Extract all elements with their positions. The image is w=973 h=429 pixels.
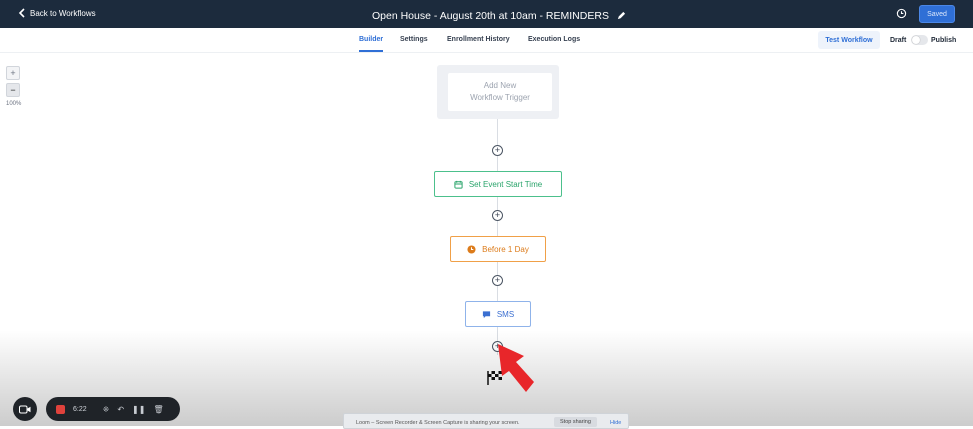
chevron-left-icon (18, 8, 25, 18)
clock-icon (467, 244, 476, 254)
action-label: SMS (496, 309, 515, 319)
red-arrow-pointer-icon (498, 344, 534, 392)
share-banner-text: Loom – Screen Recorder & Screen Capture … (356, 420, 520, 426)
message-icon (482, 310, 490, 318)
hide-banner-link[interactable]: Hide (610, 420, 621, 426)
action-sms[interactable]: SMS (465, 301, 531, 327)
zoom-out-button[interactable]: − (6, 83, 20, 97)
camera-toggle-button[interactable] (13, 397, 37, 421)
grid-icon[interactable]: ⁜ (103, 405, 110, 414)
zoom-in-button[interactable]: + (6, 66, 20, 80)
saved-button[interactable]: Saved (919, 5, 955, 23)
screen-share-banner: Loom – Screen Recorder & Screen Capture … (343, 413, 629, 429)
action-set-event-start-time[interactable]: Set Event Start Time (434, 171, 562, 197)
action-before-1-day[interactable]: Before 1 Day (450, 236, 546, 262)
edit-title-icon[interactable] (617, 7, 626, 25)
action-label: Before 1 Day (482, 244, 529, 254)
pause-icon[interactable]: ❚❚ (132, 405, 145, 414)
back-to-workflows-link[interactable]: Back to Workflows (18, 8, 96, 18)
video-camera-icon (19, 405, 31, 413)
tab-execution-logs[interactable]: Execution Logs (528, 36, 580, 43)
add-workflow-trigger-button[interactable]: Add New Workflow Trigger (448, 73, 552, 111)
recording-time: 6:22 (73, 405, 87, 413)
top-bar: Back to Workflows Open House - August 20… (0, 0, 973, 28)
tab-settings[interactable]: Settings (400, 36, 428, 43)
trigger-label-line2: Workflow Trigger (470, 93, 530, 102)
action-label: Set Event Start Time (468, 179, 543, 189)
trash-icon[interactable]: 🗑 (153, 405, 163, 414)
add-action-button[interactable]: + (492, 275, 503, 286)
toggle-knob (912, 36, 920, 44)
add-action-button[interactable]: + (492, 210, 503, 221)
undo-icon[interactable]: ↶ (117, 405, 124, 414)
stop-recording-button[interactable] (56, 404, 65, 414)
trigger-label-line1: Add New (483, 81, 517, 90)
tab-builder[interactable]: Builder (359, 36, 384, 52)
publish-toggle[interactable] (911, 35, 928, 45)
workflow-title: Open House - August 20th at 10am - REMIN… (372, 10, 609, 22)
history-icon[interactable] (896, 8, 907, 19)
publish-label: Publish (931, 37, 957, 44)
workflow-title-group: Open House - August 20th at 10am - REMIN… (372, 7, 626, 25)
recording-controls: 6:22 ⁜ ↶ ❚❚ 🗑 (46, 397, 180, 421)
test-workflow-button[interactable]: Test Workflow (818, 31, 880, 49)
add-action-button[interactable]: + (492, 145, 503, 156)
tab-enrollment-history[interactable]: Enrollment History (447, 36, 510, 43)
draft-label: Draft (890, 37, 907, 44)
back-label: Back to Workflows (30, 8, 96, 18)
zoom-level: 100% (6, 101, 22, 107)
calendar-icon (454, 180, 463, 189)
